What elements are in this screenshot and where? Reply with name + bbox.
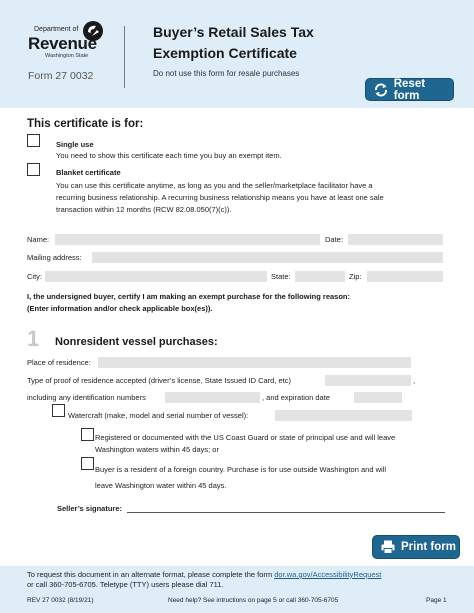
- registered-text-line: Registered or documented with the US Coa…: [95, 433, 396, 442]
- refresh-icon: [371, 80, 391, 100]
- city-label: City:: [27, 272, 42, 281]
- certify-line: (Enter information and/or check applicab…: [27, 304, 213, 313]
- title-line-1: Buyer’s Retail Sales Tax: [153, 24, 314, 40]
- zip-field[interactable]: [367, 271, 443, 282]
- name-field[interactable]: [55, 234, 320, 245]
- blanket-checkbox[interactable]: [27, 163, 40, 176]
- page-subtitle: Do not use this form for resale purchase…: [153, 69, 300, 78]
- registered-text: Registered or documented with the US Coa…: [95, 432, 455, 456]
- blanket-text-line: transaction within 12 months (RCW 82.08.…: [56, 205, 232, 214]
- foreign-buyer-text: Buyer is a resident of a foreign country…: [95, 462, 455, 494]
- foreign-buyer-checkbox[interactable]: [81, 457, 94, 470]
- foreign-buyer-text-line: Buyer is a resident of a foreign country…: [95, 465, 386, 474]
- proof-label: Type of proof of residence accepted (dri…: [27, 376, 292, 385]
- city-field[interactable]: [45, 271, 267, 282]
- header-divider: [124, 26, 125, 88]
- help-text: Need help? See intructions on page 5 or …: [168, 597, 339, 604]
- name-label: Name:: [27, 235, 50, 244]
- printer-icon: [378, 537, 398, 557]
- single-use-text: You need to show this certificate each t…: [56, 151, 282, 160]
- blanket-text: You can use this certificate anytime, as…: [56, 180, 456, 216]
- certify-line: I, the undersigned buyer, certify I am m…: [27, 292, 350, 301]
- reset-form-button[interactable]: Reset form: [365, 77, 454, 102]
- page-title: Buyer’s Retail Sales Tax Exemption Certi…: [153, 22, 413, 64]
- request-text: To request this document in an alternate…: [27, 570, 273, 579]
- identification-field[interactable]: [165, 392, 260, 403]
- mailing-address-label: Mailing address:: [27, 253, 82, 262]
- registered-checkbox[interactable]: [81, 428, 94, 441]
- proof-comma: ,: [413, 376, 416, 385]
- watercraft-field[interactable]: [275, 410, 412, 421]
- state-label: State:: [271, 272, 291, 281]
- date-label: Date:: [325, 235, 343, 244]
- blanket-text-line: You can use this certificate anytime, as…: [56, 181, 373, 190]
- blanket-text-line: recurring business relationship. A recur…: [56, 193, 384, 202]
- section-number: 1: [27, 326, 40, 351]
- revision-label: REV 27 0032 (8/19/21): [27, 597, 94, 604]
- date-field[interactable]: [348, 234, 443, 245]
- title-line-2: Exemption Certificate: [153, 45, 297, 61]
- certificate-heading: This certificate is for:: [27, 118, 144, 130]
- reset-form-label: Reset form: [393, 77, 426, 102]
- single-use-label: Single use: [56, 140, 94, 149]
- form-number: Form 27 0032: [28, 70, 94, 82]
- accessibility-note: To request this document in an alternate…: [27, 570, 457, 590]
- expiration-field[interactable]: [354, 392, 402, 403]
- state-field[interactable]: [295, 271, 345, 282]
- print-form-button[interactable]: Print form: [372, 535, 460, 559]
- residence-label: Place of residence:: [27, 358, 91, 367]
- revenue-logo-icon: [82, 20, 104, 47]
- residence-field[interactable]: [98, 357, 411, 368]
- watercraft-checkbox[interactable]: [52, 404, 65, 417]
- logo-state: Washington State: [45, 53, 89, 59]
- section-title: Nonresident vessel purchases:: [55, 336, 218, 348]
- watercraft-label: Watercraft (make, model and serial numbe…: [68, 411, 249, 420]
- foreign-buyer-text-line: leave Washington water within 45 days.: [95, 481, 227, 490]
- seller-signature-line[interactable]: [127, 512, 445, 513]
- print-form-label: Print form: [401, 541, 456, 553]
- expiration-label: , and expiration date: [262, 393, 330, 402]
- request-text-2: or call 360-705-6705. Teletype (TTY) use…: [27, 580, 224, 589]
- single-use-checkbox[interactable]: [27, 134, 40, 147]
- logo-dept-of: Department of: [34, 26, 79, 33]
- blanket-label: Blanket certificate: [56, 168, 121, 177]
- mailing-address-field[interactable]: [92, 252, 443, 263]
- registered-text-line: Washington waters within 45 days; or: [95, 445, 219, 454]
- accessibility-link[interactable]: dor.wa.gov/AccessibilityRequest: [274, 570, 381, 579]
- identification-label: including any identification numbers: [27, 393, 146, 402]
- seller-signature-label: Seller’s signature:: [57, 504, 123, 513]
- zip-label: Zip:: [349, 272, 362, 281]
- page-number: Page 1: [426, 597, 447, 604]
- proof-field[interactable]: [325, 375, 411, 386]
- certify-statement: I, the undersigned buyer, certify I am m…: [27, 291, 447, 315]
